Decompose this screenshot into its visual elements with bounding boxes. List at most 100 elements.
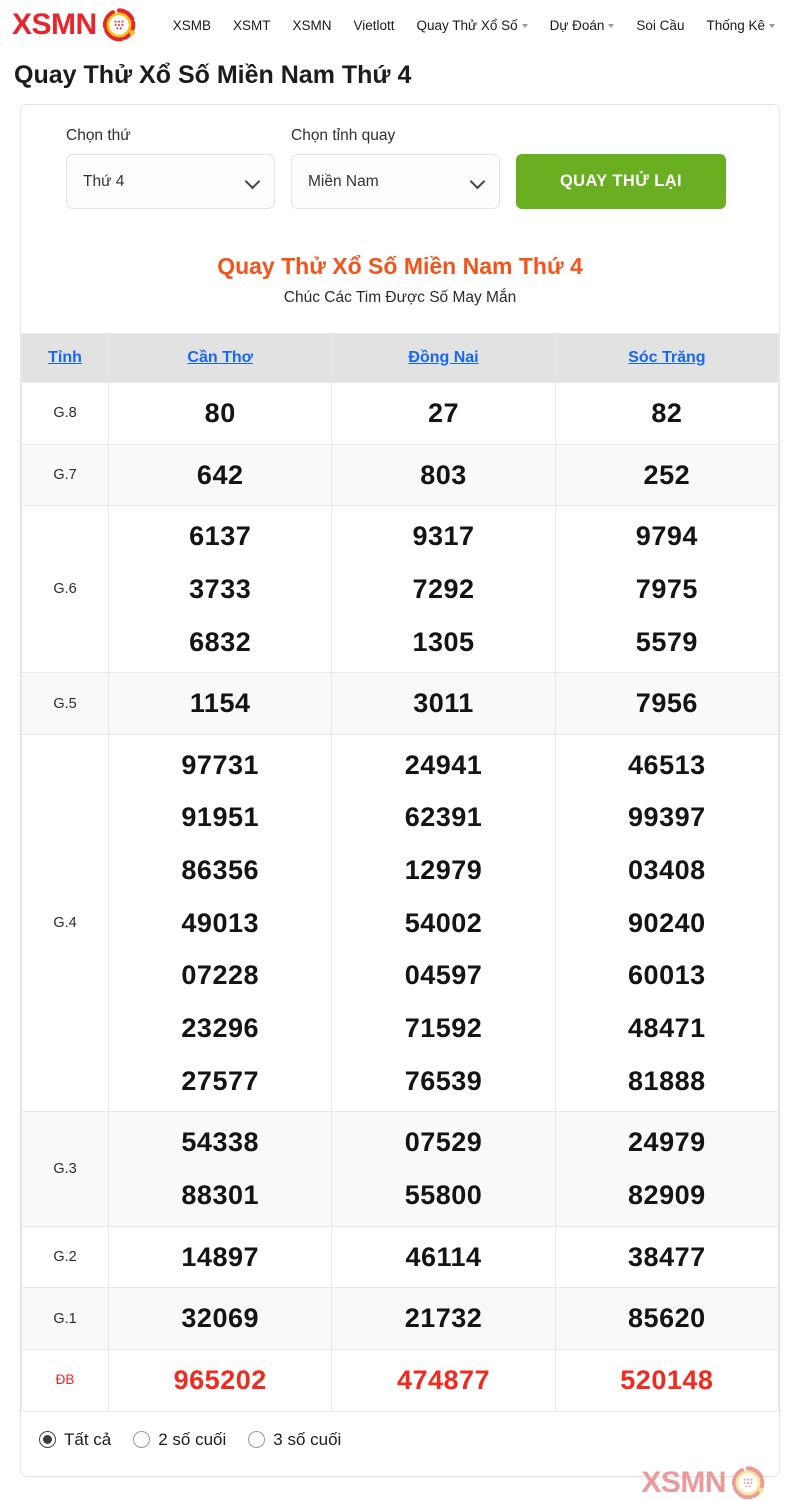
chevron-down-icon	[521, 24, 528, 28]
day-label: Chọn thứ	[66, 127, 131, 144]
prize-number: 27	[427, 398, 460, 428]
table-row: G.3 54338 88301 07529 55800 24979 82909	[20, 1111, 780, 1227]
prize-numbers-cell: 3011	[331, 672, 556, 735]
prize-number: 49013	[181, 907, 259, 938]
prize-number: 642	[196, 459, 244, 490]
table-row: G.1 32069 21732 85620	[20, 1287, 780, 1350]
table-row: G.6 6137 3733 6832 9317 7292 1305 9794 7975 5579	[20, 505, 780, 674]
prize-number: 21732	[404, 1303, 483, 1334]
prize-numbers-cell: 24941 62391 12979 54002 04597 71592 76539	[331, 733, 556, 1113]
site-header: XSMN XSMB XSMT XSMN Vietlott Quay Thử Xổ…	[0, 0, 800, 50]
column-link[interactable]: Đồng Nai	[408, 349, 478, 366]
prize-numbers-cell: 6137 3733 6832	[108, 505, 333, 674]
prize-numbers-cell: 520148	[554, 1348, 780, 1412]
radio-icon[interactable]	[133, 1431, 151, 1449]
filter-label: 3 số cuối	[273, 1429, 342, 1449]
prize-number: 48471	[628, 1013, 706, 1044]
prize-number: 62391	[404, 802, 483, 833]
radio-icon[interactable]	[39, 1431, 56, 1449]
prize-numbers-cell: 38477	[554, 1225, 780, 1289]
column-link[interactable]: Cần Thơ	[187, 349, 253, 366]
prize-label: G.4	[53, 915, 77, 932]
prize-label: ĐB	[55, 1372, 75, 1388]
prize-number: 03408	[628, 855, 706, 886]
digit-filter-group: Tất cả 2 số cuối 3 số cuối XSMN	[21, 1412, 779, 1499]
column-link[interactable]: Sóc Trăng	[628, 349, 705, 366]
nav-label: XSMB	[172, 17, 211, 33]
watermark-text: XSMN	[641, 1465, 726, 1499]
prize-numbers-cell: 9317 7292 1305	[331, 505, 556, 674]
nav-item-du-doan[interactable]: Dự Đoán	[539, 14, 626, 37]
spin-again-button[interactable]: QUAY THỬ LẠI	[516, 154, 726, 209]
column-link[interactable]: Tỉnh	[48, 349, 82, 366]
prize-numbers-cell: 1154	[108, 672, 333, 735]
prize-number: 7975	[635, 573, 698, 604]
nav-item-xsmt[interactable]: XSMT	[222, 14, 282, 37]
page-title: Quay Thử Xổ Số Miền Nam Thứ 4	[14, 61, 412, 89]
table-row: G.2 14897 46114 38477	[20, 1225, 780, 1289]
prize-number: 07228	[181, 960, 259, 991]
prize-number: 803	[420, 459, 467, 490]
column-header-soc-trang[interactable]: Sóc Trăng	[554, 333, 780, 383]
day-select[interactable]: Thứ 4	[66, 154, 275, 209]
prize-number: 23296	[181, 1013, 259, 1044]
prize-numbers-cell: 252	[554, 443, 780, 507]
table-head: Tỉnh Cần Thơ Đồng Nai Sóc Trăng	[20, 333, 780, 383]
filter-option-all[interactable]: Tất cả	[39, 1430, 111, 1450]
prize-number: 24941	[404, 749, 483, 780]
prize-number: 3733	[189, 573, 252, 604]
prize-numbers-cell: 14897	[108, 1225, 333, 1289]
radio-icon[interactable]	[248, 1431, 266, 1449]
nav-item-thong-ke[interactable]: Thống Kê	[695, 14, 786, 37]
prize-number: 88301	[181, 1179, 259, 1210]
day-select-value: Thứ 4	[83, 172, 125, 190]
chevron-down-icon	[769, 24, 775, 28]
prize-label: G.7	[53, 466, 77, 483]
lottery-result-table: Tỉnh Cần Thơ Đồng Nai Sóc Trăng G.8 80 27 8…	[20, 333, 780, 1412]
prize-number: 9317	[412, 521, 475, 552]
main-card: Chọn thứ Thứ 4 Chọn tỉnh quay Miền Nam Q…	[20, 104, 780, 1499]
prize-numbers-cell: 474877	[331, 1348, 556, 1412]
table-header-row: Tỉnh Cần Thơ Đồng Nai Sóc Trăng	[20, 333, 780, 383]
prize-numbers-cell: 32069	[108, 1287, 333, 1350]
lottery-ball-icon	[102, 8, 136, 42]
column-header-can-tho[interactable]: Cần Thơ	[108, 333, 333, 383]
prize-number: 46114	[405, 1241, 482, 1272]
nav-item-soi-cau[interactable]: Soi Cầu	[625, 14, 695, 37]
chevron-down-icon	[608, 24, 615, 28]
result-subheading: Chúc Các Tim Được Số May Mắn	[283, 289, 517, 306]
filter-label: Tất cả	[64, 1429, 112, 1449]
prize-numbers-cell: 46114	[331, 1225, 556, 1289]
prize-number: 55800	[404, 1179, 483, 1210]
prize-numbers-cell: 46513 99397 03408 90240 60013 48471 81888	[554, 733, 780, 1113]
nav-label: Thống Kê	[706, 17, 765, 33]
prize-label-cell: G.6	[20, 505, 110, 674]
column-header-tinh[interactable]: Tỉnh	[20, 333, 110, 383]
nav-item-quay-thu-xo-so[interactable]: Quay Thử Xổ Số	[406, 14, 539, 37]
prize-number: 3011	[413, 688, 474, 719]
province-select[interactable]: Miền Nam	[291, 154, 500, 209]
prize-label-cell: G.8	[20, 382, 110, 445]
prize-number: 38477	[628, 1241, 706, 1272]
prize-number: 1305	[412, 626, 475, 657]
filter-option-last-2[interactable]: 2 số cuối	[133, 1430, 226, 1450]
filter-option-last-3[interactable]: 3 số cuối	[248, 1430, 341, 1450]
nav-item-xsmb[interactable]: XSMB	[162, 14, 222, 37]
prize-numbers-cell: 85620	[554, 1287, 780, 1350]
prize-number: 27577	[181, 1065, 259, 1096]
prize-label: G.3	[53, 1160, 77, 1177]
prize-numbers-cell: 54338 88301	[108, 1111, 333, 1227]
prize-numbers-cell: 80	[108, 382, 333, 445]
table-row: G.4 97731 91951 86356 49013 07228 23296 27577 24…	[20, 733, 780, 1113]
prize-number: 6137	[189, 521, 252, 552]
prize-label: G.6	[53, 581, 77, 598]
prize-label: G.2	[53, 1248, 77, 1265]
site-logo[interactable]: XSMN	[12, 8, 136, 42]
prize-number: 60013	[628, 960, 706, 991]
column-header-dong-nai[interactable]: Đồng Nai	[331, 333, 556, 383]
nav-item-xsmn[interactable]: XSMN	[281, 14, 342, 37]
prize-number: 32069	[181, 1303, 259, 1334]
prize-number: 99397	[628, 802, 706, 833]
prize-number: 90240	[628, 907, 706, 938]
nav-item-vietlott[interactable]: Vietlott	[342, 14, 405, 37]
